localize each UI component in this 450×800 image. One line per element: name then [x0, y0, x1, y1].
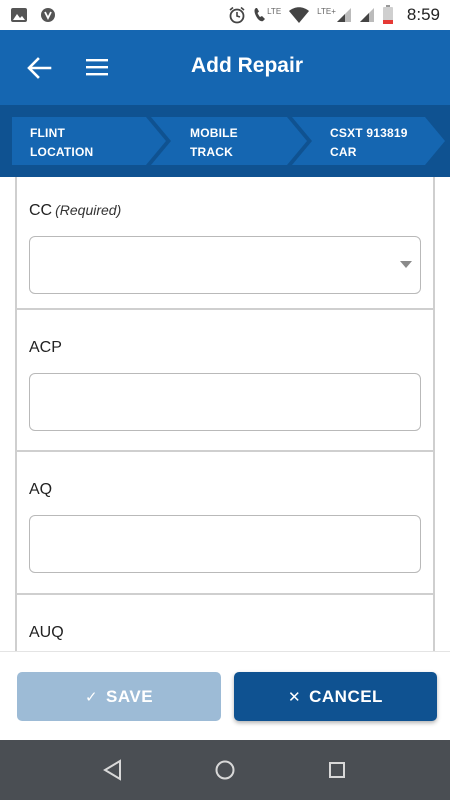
breadcrumb-track-line2: TRACK	[190, 145, 233, 159]
cancel-button[interactable]: ✕ CANCEL	[234, 672, 437, 721]
nav-home-circle-icon[interactable]	[212, 758, 238, 782]
network-type-label: LTE	[267, 7, 282, 16]
nav-back-triangle-icon[interactable]	[100, 758, 126, 782]
breadcrumb-car-line2: CAR	[330, 145, 357, 159]
field-label-acp: ACP	[29, 339, 62, 356]
field-label-cc-text: CC	[29, 202, 53, 219]
aq-input[interactable]	[29, 515, 421, 573]
save-button[interactable]: ✓ SAVE	[17, 672, 221, 721]
shield-notification-icon	[41, 8, 55, 22]
network-type-label-2: LTE+	[317, 7, 336, 16]
signal-icon-2	[359, 8, 374, 22]
cancel-button-label: CANCEL	[309, 686, 383, 706]
system-navigation-bar	[0, 740, 450, 800]
field-label-aq: AQ	[29, 481, 53, 498]
breadcrumb-location-line1: FLINT	[30, 126, 65, 140]
field-card-auq: AUQ	[15, 595, 435, 651]
required-note: (Required)	[55, 202, 122, 218]
battery-low-icon	[382, 5, 393, 24]
save-button-label: SAVE	[106, 686, 154, 706]
cc-select[interactable]	[29, 236, 421, 294]
app-bar: Add Repair	[0, 30, 450, 105]
breadcrumb-item-track[interactable]: MOBILE TRACK	[190, 124, 238, 162]
status-bar: LTE LTE+ 8:59	[0, 0, 450, 30]
field-card-aq: AQ	[15, 452, 435, 595]
breadcrumb-item-car[interactable]: CSXT 913819 CAR	[330, 124, 408, 162]
page-title: Add Repair	[190, 54, 303, 77]
close-icon: ✕	[288, 688, 302, 706]
wifi-icon	[289, 6, 310, 23]
call-icon	[254, 8, 266, 22]
breadcrumb-car-line1: CSXT 913819	[330, 126, 408, 140]
field-label-cc: CC (Required)	[29, 202, 121, 220]
nav-recents-square-icon[interactable]	[324, 758, 350, 782]
gallery-notification-icon	[11, 8, 27, 22]
acp-input[interactable]	[29, 373, 421, 431]
breadcrumb-track-line1: MOBILE	[190, 126, 238, 140]
status-time: 8:59	[406, 5, 440, 24]
field-label-auq: AUQ	[29, 624, 64, 641]
check-icon: ✓	[84, 688, 99, 706]
field-card-cc: CC (Required)	[15, 177, 435, 310]
breadcrumb: FLINT LOCATION MOBILE TRACK CSXT 913819 …	[0, 105, 450, 177]
field-card-acp: ACP	[15, 310, 435, 452]
breadcrumb-location-line2: LOCATION	[30, 145, 94, 159]
alarm-icon	[229, 6, 245, 24]
breadcrumb-item-location[interactable]: FLINT LOCATION	[30, 124, 93, 162]
action-bar: ✓ SAVE ✕ CANCEL	[0, 651, 450, 740]
dropdown-caret-icon	[400, 261, 412, 268]
screen: LTE LTE+ 8:59 Add Repair FLINT LOCATION …	[0, 0, 450, 800]
form-scroll-area[interactable]: CC (Required) ACP AQ AUQ	[0, 177, 450, 651]
signal-icon	[336, 8, 351, 22]
